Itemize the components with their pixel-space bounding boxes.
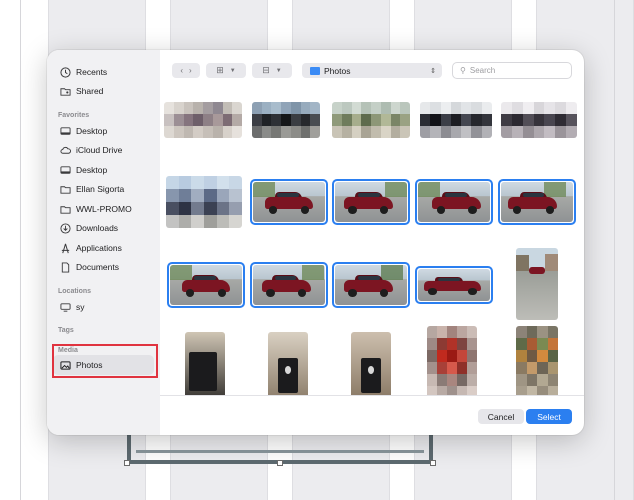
sidebar-heading-locations: Locations <box>58 288 92 295</box>
photo-grid <box>160 90 584 395</box>
chevron-down-icon: ▼ <box>229 67 236 74</box>
photo-thumbnail[interactable] <box>351 332 391 395</box>
photo-thumbnail[interactable] <box>501 102 577 138</box>
sidebar-item-label: Applications <box>76 243 122 253</box>
photo-thumbnail-selected[interactable] <box>415 266 493 304</box>
document-icon <box>60 261 71 273</box>
sidebar-item-ellan-sigorta[interactable]: Ellan Sigorta <box>53 179 154 199</box>
grid-options-icon: ⊟ <box>262 65 270 75</box>
photo-thumbnail-selected[interactable] <box>167 262 245 308</box>
photo-thumbnail-selected[interactable] <box>332 262 410 308</box>
sidebar-item-documents[interactable]: Documents <box>53 257 154 277</box>
photo-thumbnail[interactable] <box>427 326 477 395</box>
chevron-right-icon[interactable]: › <box>189 66 192 75</box>
sidebar-item-sy[interactable]: sy <box>53 297 154 317</box>
toolbar: ‹ › ⊞ ▼ ⊟ ▼ Photos ⇕ ⚲ Search <box>160 50 584 90</box>
desktop-icon <box>60 165 71 176</box>
background-guide <box>614 0 615 500</box>
photo-thumbnail[interactable] <box>185 332 225 395</box>
chevron-left-icon[interactable]: ‹ <box>180 66 183 75</box>
clock-icon <box>60 66 71 78</box>
icon-view-button[interactable]: ⊞ ▼ <box>206 63 246 78</box>
sidebar-item-label: WWL-PROMO <box>76 204 132 214</box>
computer-icon <box>60 302 71 313</box>
background-guide <box>20 0 21 500</box>
sidebar-item-label: iCloud Drive <box>76 145 123 155</box>
resize-handle[interactable] <box>277 460 283 466</box>
sidebar-item-wwl-promo[interactable]: WWL-PROMO <box>53 199 154 219</box>
shared-folder-icon <box>60 86 71 97</box>
desktop-icon <box>60 126 71 137</box>
location-label: Photos <box>324 65 351 76</box>
sidebar-item-icloud-drive[interactable]: iCloud Drive <box>53 140 154 160</box>
sidebar-item-applications[interactable]: Applications <box>53 238 154 258</box>
photo-thumbnail-selected[interactable] <box>332 179 410 225</box>
dialog-footer: Cancel Select <box>160 395 584 435</box>
search-placeholder: Search <box>469 66 496 75</box>
cloud-icon <box>60 145 71 156</box>
photo-thumbnail[interactable] <box>166 176 242 228</box>
resize-handle[interactable] <box>430 460 436 466</box>
applications-icon <box>60 243 71 254</box>
chevron-down-icon: ▼ <box>275 67 282 74</box>
photo-thumbnail[interactable] <box>332 102 410 138</box>
photo-thumbnail-selected[interactable] <box>250 179 328 225</box>
photo-thumbnail-selected[interactable] <box>415 179 493 225</box>
sidebar-item-recents[interactable]: Recents <box>53 62 154 82</box>
back-forward-group: ‹ › <box>172 63 200 78</box>
sidebar-item-label: Shared <box>76 86 104 96</box>
sidebar-item-label: Recents <box>76 67 108 77</box>
sidebar-item-desktop-2[interactable]: Desktop <box>53 160 154 180</box>
sidebar-item-shared[interactable]: Shared <box>53 81 154 101</box>
sidebar-heading-tags: Tags <box>58 327 74 334</box>
select-button[interactable]: Select <box>526 409 572 424</box>
photo-thumbnail[interactable] <box>164 102 242 138</box>
search-icon: ⚲ <box>460 66 466 75</box>
annotation-highlight <box>52 344 158 378</box>
location-popup[interactable]: Photos ⇕ <box>302 63 442 78</box>
photo-thumbnail[interactable] <box>516 326 558 395</box>
folder-icon <box>60 184 71 195</box>
photo-thumbnail[interactable] <box>516 248 558 320</box>
sidebar-item-label: sy <box>76 302 85 312</box>
group-view-button[interactable]: ⊟ ▼ <box>252 63 292 78</box>
photo-thumbnail[interactable] <box>252 102 320 138</box>
sidebar-item-label: Downloads <box>76 223 119 233</box>
folder-icon <box>310 66 320 75</box>
sidebar-item-desktop[interactable]: Desktop <box>53 121 154 141</box>
sidebar-heading-favorites: Favorites <box>58 112 90 119</box>
sidebar-item-label: Desktop <box>76 126 108 136</box>
up-down-chevron-icon: ⇕ <box>430 67 436 75</box>
cancel-button[interactable]: Cancel <box>478 409 524 424</box>
sidebar-item-label: Ellan Sigorta <box>76 184 125 194</box>
sidebar-item-label: Desktop <box>76 165 108 175</box>
folder-icon <box>60 204 71 215</box>
photo-thumbnail[interactable] <box>420 102 492 138</box>
download-icon <box>60 222 71 234</box>
photo-thumbnail-selected[interactable] <box>250 262 328 308</box>
resize-handle[interactable] <box>124 460 130 466</box>
search-field[interactable]: ⚲ Search <box>452 62 572 79</box>
grid-icon: ⊞ <box>216 65 224 75</box>
photo-thumbnail-selected[interactable] <box>498 179 576 225</box>
sidebar-item-label: Documents <box>76 262 119 272</box>
photo-thumbnail[interactable] <box>268 332 308 395</box>
background-frame-inner <box>136 450 424 460</box>
sidebar-item-downloads[interactable]: Downloads <box>53 218 154 238</box>
